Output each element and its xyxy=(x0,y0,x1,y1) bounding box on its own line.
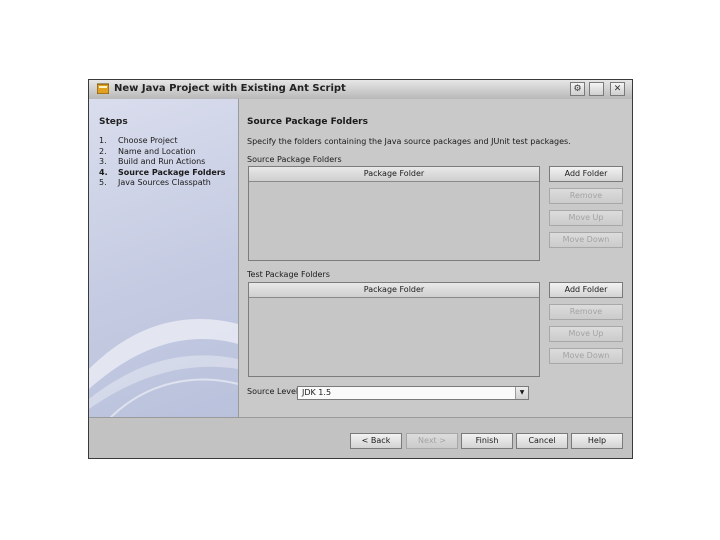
test-move-up-button[interactable]: Move Up xyxy=(549,326,623,342)
new-java-project-dialog: New Java Project with Existing Ant Scrip… xyxy=(88,79,633,459)
content-panel: Source Package Folders Specify the folde… xyxy=(239,99,632,417)
steps-panel: Steps 1. Choose Project 2. Name and Locati… xyxy=(89,99,239,417)
source-level-value: JDK 1.5 xyxy=(302,388,332,397)
test-move-down-button[interactable]: Move Down xyxy=(549,348,623,364)
step-item: 1. Choose Project xyxy=(99,136,178,145)
settings-icon[interactable]: ⚙ xyxy=(570,82,585,96)
steps-list: 1. Choose Project 2. Name and Location 3. B… xyxy=(99,136,226,189)
source-move-up-button[interactable]: Move Up xyxy=(549,210,623,226)
source-level-select[interactable]: JDK 1.5 ▼ xyxy=(297,386,529,400)
window-title: New Java Project with Existing Ant Scrip… xyxy=(114,83,346,94)
chevron-down-icon[interactable]: ▼ xyxy=(515,387,528,399)
help-button[interactable]: Help xyxy=(571,433,623,449)
button-bar: < Back Next > Finish Cancel Help xyxy=(89,417,632,458)
title-bar[interactable]: New Java Project with Existing Ant Scrip… xyxy=(89,80,632,100)
step-item: 5. Java Sources Classpath xyxy=(99,178,211,187)
source-folders-label: Source Package Folders xyxy=(247,155,342,164)
test-remove-button[interactable]: Remove xyxy=(549,304,623,320)
back-button[interactable]: < Back xyxy=(350,433,402,449)
test-folders-table[interactable]: Package Folder xyxy=(248,282,540,377)
finish-button[interactable]: Finish xyxy=(461,433,513,449)
steps-heading: Steps xyxy=(99,117,128,127)
source-folders-table[interactable]: Package Folder xyxy=(248,166,540,261)
step-item: 3. Build and Run Actions xyxy=(99,157,206,166)
cancel-button[interactable]: Cancel xyxy=(516,433,568,449)
minimize-icon[interactable] xyxy=(589,82,604,96)
test-folders-label: Test Package Folders xyxy=(247,270,330,279)
source-level-label: Source Level: xyxy=(247,387,301,396)
source-add-folder-button[interactable]: Add Folder xyxy=(549,166,623,182)
panel-title: Source Package Folders xyxy=(247,117,368,127)
source-remove-button[interactable]: Remove xyxy=(549,188,623,204)
test-add-folder-button[interactable]: Add Folder xyxy=(549,282,623,298)
next-button[interactable]: Next > xyxy=(406,433,458,449)
instructions: Specify the folders containing the Java … xyxy=(247,137,571,146)
source-move-down-button[interactable]: Move Down xyxy=(549,232,623,248)
decorative-swoosh xyxy=(89,319,238,417)
step-item: 2. Name and Location xyxy=(99,146,196,156)
step-item-current: 4. Source Package Folders xyxy=(99,167,226,177)
column-header-package-folder[interactable]: Package Folder xyxy=(249,283,539,298)
column-header-package-folder[interactable]: Package Folder xyxy=(249,167,539,182)
java-project-icon xyxy=(97,83,109,94)
close-icon[interactable]: ✕ xyxy=(610,82,625,96)
